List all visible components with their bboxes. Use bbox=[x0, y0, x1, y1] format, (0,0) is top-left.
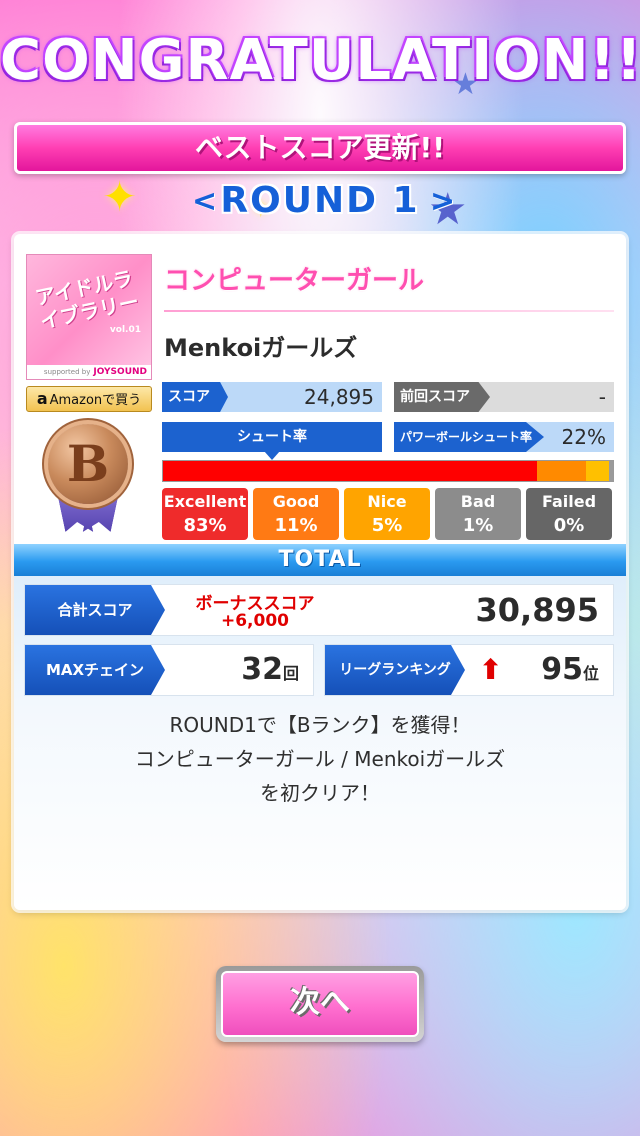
shoot-rate-label: シュート率 bbox=[162, 422, 382, 452]
album-title: アイドルライブラリー bbox=[33, 265, 141, 334]
prev-score-label: 前回スコア bbox=[394, 382, 490, 412]
album-sponsor-text: supported by bbox=[43, 368, 91, 376]
rank-up-arrow-icon: ⬆ bbox=[479, 653, 503, 686]
rank-medal-icon: B bbox=[42, 424, 134, 536]
judgement-label: Excellent bbox=[163, 492, 247, 511]
congratulation-title: CONGRATULATION!! bbox=[0, 28, 640, 93]
artist-name: Menkoiガールズ bbox=[164, 334, 358, 362]
total-score-label: 合計スコア bbox=[25, 585, 165, 635]
prev-score-box: 前回スコア - bbox=[394, 382, 614, 412]
bonus-score-value: +6,000 bbox=[220, 611, 290, 631]
prev-score-value: - bbox=[598, 385, 606, 409]
judgement-label: Nice bbox=[367, 492, 407, 511]
shoot-rate-box: シュート率 bbox=[162, 422, 382, 452]
league-ranking-display: 95位 bbox=[541, 645, 599, 699]
judgement-label: Failed bbox=[541, 492, 597, 511]
amazon-buy-label: Amazonで買う bbox=[49, 393, 142, 408]
max-chain-row: MAXチェイン 32回 bbox=[24, 644, 314, 696]
total-score-row: 合計スコア ボーナススコア +6,000 30,895 bbox=[24, 584, 614, 636]
judgement-good: Good 11% bbox=[253, 488, 339, 540]
round-next-arrow-icon[interactable]: > bbox=[430, 184, 455, 219]
league-ranking-row: リーグランキング ⬆ 95位 bbox=[324, 644, 614, 696]
league-ranking-unit: 位 bbox=[582, 664, 599, 683]
score-box: スコア 24,895 bbox=[162, 382, 382, 412]
amazon-buy-button[interactable]: a Amazonで買う bbox=[26, 386, 152, 412]
judgement-bad: Bad 1% bbox=[435, 488, 521, 540]
round-selector: < ROUND 1 > bbox=[0, 180, 640, 226]
message-line-3: を初クリア！ bbox=[260, 781, 380, 805]
album-footer: supported by JOYSOUND bbox=[27, 365, 151, 379]
progress-segment-good bbox=[536, 461, 586, 481]
result-message: ROUND1で【Bランク】を獲得！ コンピューターガール / Menkoiガール… bbox=[14, 708, 626, 810]
total-score-value: 30,895 bbox=[475, 591, 599, 629]
judgement-value: 83% bbox=[183, 515, 227, 536]
league-ranking-value: 95 bbox=[541, 652, 583, 687]
score-label: スコア bbox=[162, 382, 228, 412]
progress-segment-excellent bbox=[163, 461, 537, 481]
judgement-label: Good bbox=[272, 492, 320, 511]
max-chain-value: 32 bbox=[241, 652, 283, 687]
power-shoot-box: パワーボールシュート率 22% bbox=[394, 422, 614, 452]
best-score-banner: ベストスコア更新!! bbox=[14, 122, 626, 174]
next-button[interactable]: 次へ bbox=[216, 966, 424, 1042]
album-volume: vol.01 bbox=[109, 325, 141, 335]
song-title-divider bbox=[164, 310, 614, 312]
judgement-nice: Nice 5% bbox=[344, 488, 430, 540]
max-chain-label: MAXチェイン bbox=[25, 645, 165, 695]
judgement-value: 11% bbox=[274, 515, 318, 536]
league-ranking-label: リーグランキング bbox=[325, 645, 465, 695]
shoot-rate-pointer-icon bbox=[264, 451, 280, 460]
judgement-excellent: Excellent 83% bbox=[162, 488, 248, 540]
judgement-value: 0% bbox=[553, 515, 585, 536]
round-prev-arrow-icon[interactable]: < bbox=[192, 184, 217, 219]
album-brand: JOYSOUND bbox=[93, 367, 147, 377]
message-line-2: コンピューターガール / Menkoiガールズ bbox=[134, 747, 506, 771]
song-title: コンピューターガール bbox=[164, 266, 425, 296]
message-line-1: ROUND1で【Bランク】を獲得！ bbox=[169, 713, 471, 737]
total-header: TOTAL bbox=[14, 544, 626, 576]
album-art: アイドルライブラリー vol.01 supported by JOYSOUND bbox=[26, 254, 152, 380]
judgement-value: 5% bbox=[371, 515, 403, 536]
score-value: 24,895 bbox=[304, 385, 374, 409]
round-label: ROUND 1 bbox=[220, 180, 420, 221]
judgement-progress-bar bbox=[162, 460, 614, 482]
progress-segment-bad bbox=[608, 461, 613, 481]
judgement-value: 1% bbox=[462, 515, 494, 536]
result-panel: アイドルライブラリー vol.01 supported by JOYSOUND a… bbox=[14, 234, 626, 910]
progress-segment-nice bbox=[586, 461, 609, 481]
medal-rank-letter: B bbox=[48, 424, 128, 504]
max-chain-display: 32回 bbox=[241, 645, 299, 699]
judgement-label: Bad bbox=[460, 492, 496, 511]
power-shoot-label: パワーボールシュート率 bbox=[394, 422, 544, 452]
power-shoot-value: 22% bbox=[561, 425, 606, 449]
amazon-logo-icon: a bbox=[36, 389, 48, 408]
judgement-failed: Failed 0% bbox=[526, 488, 612, 540]
next-button-label: 次へ bbox=[221, 971, 419, 1037]
max-chain-unit: 回 bbox=[282, 664, 299, 683]
